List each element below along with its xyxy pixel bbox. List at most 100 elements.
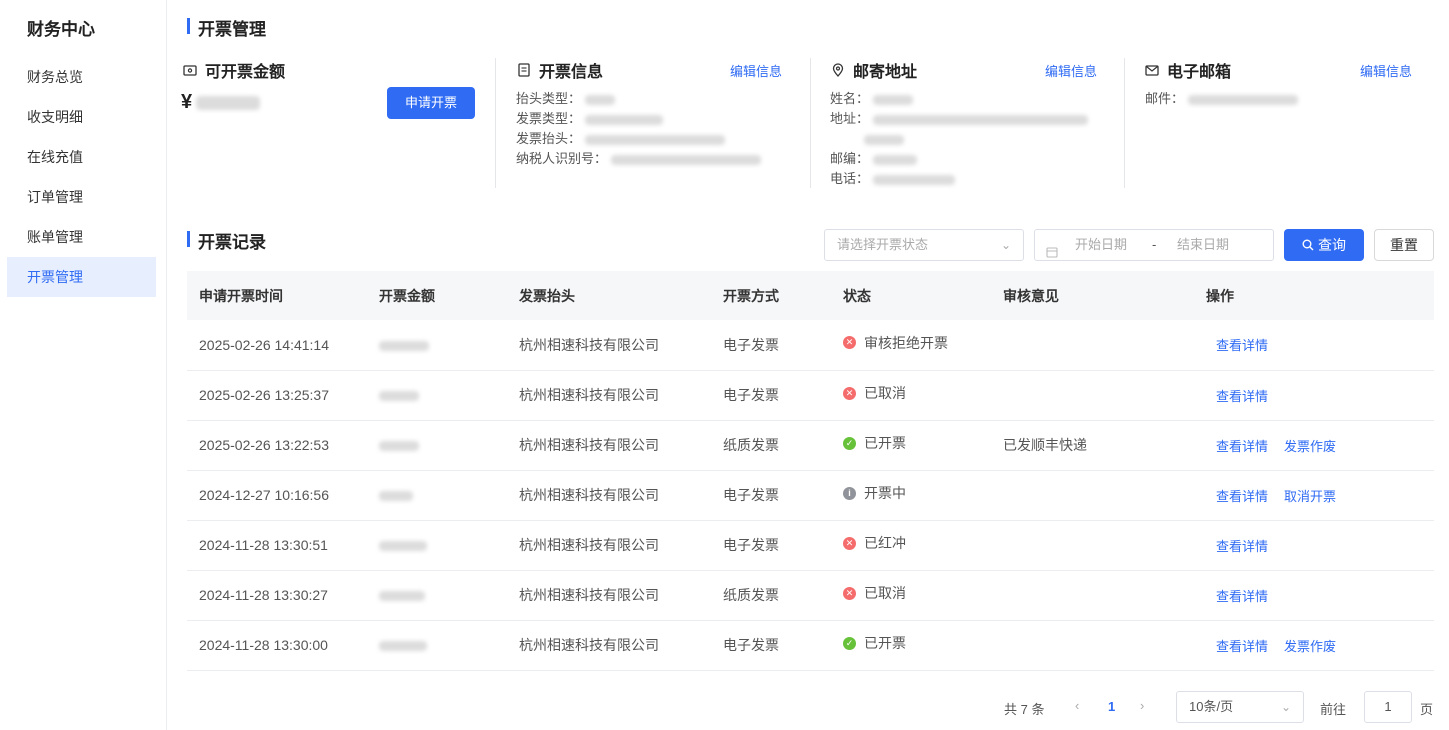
invoice-fields: 抬头类型： 发票类型： 发票抬头： 纳税人识别号： [516,89,762,169]
cell-method: 纸质发票 [711,420,831,471]
redacted-value [585,94,616,105]
cell-method: 纸质发票 [711,570,831,621]
cell-actions: 查看详情 发票作废 [1194,420,1434,471]
row-action-link[interactable]: 发票作废 [1284,639,1336,654]
cell-title: 杭州相速科技有限公司 [507,370,711,421]
redacted-amount [379,341,429,352]
end-date-input[interactable]: 结束日期 [1177,230,1229,260]
cell-status: ✕ 已取消 [831,370,991,421]
cell-status: ✓ 已开票 [831,420,991,471]
column-header: 开票方式 [711,271,831,320]
redacted-value [873,94,914,105]
row-action-link[interactable]: 查看详情 [1216,338,1268,353]
cell-actions: 查看详情 [1194,520,1434,571]
field-label: 发票类型： [516,111,582,126]
redacted-value [585,134,726,145]
page-size-value: 10条/页 [1189,699,1234,714]
info-status-icon: i [843,486,856,500]
column-header: 操作 [1194,271,1434,320]
divider [495,58,496,188]
reset-button[interactable]: 重置 [1374,229,1434,261]
cell-method: 电子发票 [711,320,831,371]
sidebar-item-bills[interactable]: 账单管理 [7,217,156,257]
apply-invoice-button[interactable]: 申请开票 [387,87,475,119]
date-range-picker[interactable]: 开始日期 - 结束日期 [1034,229,1274,261]
status-select[interactable]: 请选择开票状态 ⌄ [824,229,1024,261]
goto-page-input[interactable]: 1 [1364,691,1412,723]
field-label: 邮件： [1145,91,1185,106]
page-size-select[interactable]: 10条/页 ⌄ [1176,691,1304,723]
prev-page-button[interactable]: ‹ [1075,698,1079,713]
page-number-current[interactable]: 1 [1108,699,1115,714]
field-label: 纳税人识别号： [516,151,608,166]
row-action-link[interactable]: 查看详情 [1216,389,1268,404]
cell-title: 杭州相速科技有限公司 [507,570,711,621]
table-row: 2024-12-27 10:16:56 杭州相速科技有限公司 电子发票 i 开票中 查看详… [187,470,1434,521]
column-header: 发票抬头 [507,271,711,320]
cell-title: 杭州相速科技有限公司 [507,420,711,471]
cell-status: i 开票中 [831,470,991,521]
cell-actions: 查看详情 [1194,570,1434,621]
cell-time: 2024-11-28 13:30:27 [187,570,367,621]
redacted-value [1188,94,1299,105]
cell-review [991,320,1194,371]
mail-address-title: 邮寄地址 [831,58,917,82]
cell-time: 2024-11-28 13:30:51 [187,520,367,571]
cell-actions: 查看详情 取消开票 [1194,470,1434,521]
sidebar-item-recharge[interactable]: 在线充值 [7,137,156,177]
row-action-link[interactable]: 查看详情 [1216,489,1268,504]
success-status-icon: ✓ [843,436,856,450]
cell-review [991,470,1194,521]
cell-review [991,370,1194,421]
table-row: 2025-02-26 14:41:14 杭州相速科技有限公司 电子发票 ✕ 审核拒绝开票… [187,320,1434,371]
amount-card-label: 可开票金额 [205,64,286,81]
cell-amount [367,370,507,421]
mail-icon [1145,63,1159,77]
sidebar-item-transactions[interactable]: 收支明细 [7,97,156,137]
invoice-info-title: 开票信息 [517,58,603,82]
row-action-link[interactable]: 查看详情 [1216,439,1268,454]
redacted-value [873,154,918,165]
sidebar-item-orders[interactable]: 订单管理 [7,177,156,217]
query-button[interactable]: 查询 [1284,229,1364,261]
table-row: 2024-11-28 13:30:27 杭州相速科技有限公司 纸质发票 ✕ 已取消 查看详… [187,570,1434,621]
page-unit-label: 页 [1420,702,1434,717]
redacted-amount [379,541,427,552]
query-button-label: 查询 [1318,237,1346,253]
pagination-total: 共 7 条 [1004,702,1045,717]
cell-amount [367,420,507,471]
goto-label: 前往 [1320,702,1347,717]
cell-method: 电子发票 [711,370,831,421]
cell-title: 杭州相速科技有限公司 [507,620,711,671]
records-title: 开票记录 [187,228,266,253]
column-header: 开票金额 [367,271,507,320]
cell-actions: 查看详情 发票作废 [1194,620,1434,671]
cell-amount [367,320,507,371]
edit-invoice-info-link[interactable]: 编辑信息 [730,61,782,80]
table-row: 2025-02-26 13:25:37 杭州相速科技有限公司 电子发票 ✕ 已取消 查看详… [187,370,1434,421]
row-action-link[interactable]: 取消开票 [1284,489,1336,504]
row-action-link[interactable]: 查看详情 [1216,639,1268,654]
next-page-button[interactable]: › [1140,698,1144,713]
amount-card-title: 可开票金额 [183,58,285,82]
edit-email-link[interactable]: 编辑信息 [1360,61,1412,80]
start-date-input[interactable]: 开始日期 [1075,230,1127,260]
redacted-value [873,174,956,185]
sidebar-item-invoices[interactable]: 开票管理 [7,257,156,297]
location-pin-icon [831,63,845,77]
row-action-link[interactable]: 查看详情 [1216,539,1268,554]
field-label: 电话： [830,171,870,186]
redacted-value [611,154,762,165]
email-fields: 邮件： [1145,89,1299,109]
status-text: 已开票 [864,635,906,651]
invoice-info-label: 开票信息 [539,64,604,81]
sidebar-item-overview[interactable]: 财务总览 [7,57,156,97]
error-status-icon: ✕ [843,336,856,350]
row-action-link[interactable]: 查看详情 [1216,589,1268,604]
row-action-link[interactable]: 发票作废 [1284,439,1336,454]
table-row: 2025-02-26 13:22:53 杭州相速科技有限公司 纸质发票 ✓ 已开票 已发顺… [187,420,1434,471]
document-icon [517,63,531,77]
edit-mail-address-link[interactable]: 编辑信息 [1045,61,1097,80]
email-title: 电子邮箱 [1145,58,1231,82]
status-text: 已取消 [864,585,906,601]
